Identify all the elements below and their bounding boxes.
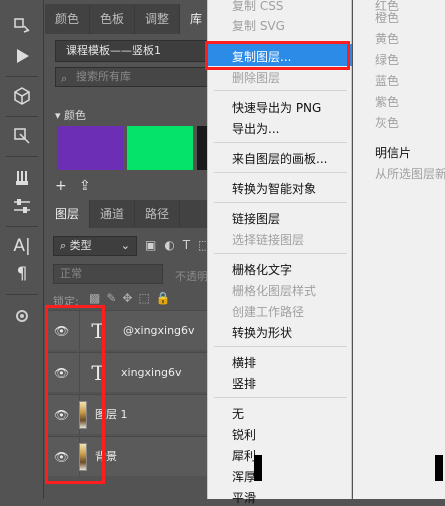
tab-adjustments[interactable]: 调整 — [135, 4, 181, 34]
submenu-item-postcard[interactable]: 明信片 — [375, 144, 411, 161]
submenu-item-blue: 蓝色 — [375, 74, 400, 88]
library-tabs: 颜色 色板 调整 库 — [45, 4, 215, 34]
menu-item-copy-svg: 复制 SVG — [232, 19, 285, 33]
menu-item-aa-crisp[interactable]: 犀利 — [232, 447, 256, 464]
menu-item-select-linked-layers: 选择链接图层 — [232, 233, 305, 247]
menu-item-rasterize-type[interactable]: 栅格化文字 — [232, 261, 292, 278]
text-paragraph-icon[interactable]: A| — [8, 234, 36, 258]
add-library-item-button[interactable]: + — [55, 178, 67, 194]
settings-gear-icon[interactable] — [8, 304, 36, 328]
chevron-down-icon: ⌄ — [120, 239, 130, 252]
lock-icons[interactable]: ▩✎✥⬚🔒 — [89, 291, 177, 305]
colors-section-header[interactable]: ▾ 颜色 — [55, 107, 86, 123]
blend-mode-select[interactable]: 正常 — [53, 264, 163, 284]
tab-swatches[interactable]: 色板 — [90, 4, 136, 34]
search-placeholder: 搜索所有库 — [76, 70, 131, 83]
menu-item-link-layers[interactable]: 链接图层 — [232, 210, 280, 227]
color-submenu: 红色 橙色 黄色 绿色 蓝色 紫色 灰色 明信片 从所选图层新 — [353, 0, 445, 499]
layers-tabs: 图层 通道 路径 — [45, 200, 215, 228]
menu-item-rasterize-layer-style: 栅格化图层样式 — [232, 284, 317, 298]
search-icon: ⌕ — [61, 72, 68, 85]
colors-section-label: 颜色 — [64, 109, 87, 122]
3d-cube-icon[interactable] — [8, 84, 36, 108]
paragraph-icon[interactable]: ¶ — [8, 262, 36, 286]
menu-item-export-as[interactable]: 导出为... — [232, 120, 279, 137]
library-select[interactable]: 课程模板——竖板1 — [55, 40, 215, 62]
layer-kind-filter[interactable]: ⌕ 类型 ⌄ — [53, 236, 137, 256]
submenu-item-yellow: 黄色 — [375, 32, 400, 46]
cursor-caret — [254, 455, 262, 481]
tab-layers[interactable]: 图层 — [45, 200, 91, 228]
layer-name[interactable]: @xingxing6v — [123, 311, 195, 351]
cursor-caret — [435, 455, 443, 481]
plus-icon: + — [55, 178, 67, 194]
menu-item-aa-sharp[interactable]: 锐利 — [232, 426, 256, 443]
crop-frame-icon[interactable] — [8, 124, 36, 148]
adjust-sliders-icon[interactable] — [8, 194, 36, 218]
menu-item-artboard-from-layers[interactable]: 来自图层的画板... — [232, 150, 327, 167]
menu-item-vertical[interactable]: 竖排 — [232, 375, 256, 392]
annotation-box-eyes — [45, 305, 105, 484]
layer-name[interactable]: xingxing6v — [121, 353, 182, 393]
menu-item-horizontal[interactable]: 横排 — [232, 354, 256, 371]
context-menu: 复制 CSS 复制 SVG 复制图层... 删除图层 快速导出为 PNG 导出为… — [207, 0, 352, 505]
submenu-item-green: 绿色 — [375, 53, 400, 67]
submenu-item-orange: 橙色 — [375, 11, 400, 25]
play-action-icon[interactable] — [8, 44, 36, 68]
submenu-item-gray: 灰色 — [375, 116, 400, 130]
upload-library-button[interactable]: ⇪ — [79, 178, 91, 194]
menu-item-copy-css: 复制 CSS — [232, 0, 284, 13]
tab-colors[interactable]: 颜色 — [45, 4, 91, 34]
menu-item-quick-export-png[interactable]: 快速导出为 PNG — [232, 99, 321, 116]
menu-item-delete-layer: 删除图层 — [232, 71, 281, 85]
color-swatch-purple[interactable] — [57, 126, 123, 170]
submenu-item-purple: 紫色 — [375, 95, 400, 109]
library-panel: 颜色 色板 调整 库 课程模板——竖板1 ⌕ 搜索所有库 ▾ 颜色 + ⇪ — [45, 0, 215, 200]
opacity-label: 不透明 — [175, 270, 208, 283]
puppet-warp-icon[interactable] — [8, 166, 36, 190]
history-brush-icon[interactable] — [8, 14, 36, 38]
annotation-box-duplicate — [205, 41, 350, 70]
tab-channels[interactable]: 通道 — [90, 200, 136, 228]
menu-item-aa-smooth[interactable]: 平滑 — [232, 489, 256, 506]
color-swatch-green[interactable] — [127, 126, 193, 170]
collapse-triangle-icon: ▾ — [55, 109, 65, 122]
menu-item-convert-to-shape[interactable]: 转换为形状 — [232, 324, 292, 341]
tab-paths[interactable]: 路径 — [135, 200, 181, 228]
kind-filter-label: 类型 — [69, 239, 92, 252]
menu-item-convert-smart-object[interactable]: 转换为智能对象 — [232, 180, 316, 197]
submenu-item-from-selected-layers: 从所选图层新 — [375, 167, 445, 181]
search-icon: ⌕ — [60, 239, 70, 252]
upload-icon: ⇪ — [79, 178, 91, 194]
library-search-input[interactable]: ⌕ 搜索所有库 — [55, 67, 215, 87]
tool-strip: A| ¶ — [0, 0, 44, 499]
menu-item-create-work-path: 创建工作路径 — [232, 305, 305, 319]
menu-item-aa-strong[interactable]: 浑厚 — [232, 468, 256, 485]
menu-item-aa-none[interactable]: 无 — [232, 405, 244, 422]
